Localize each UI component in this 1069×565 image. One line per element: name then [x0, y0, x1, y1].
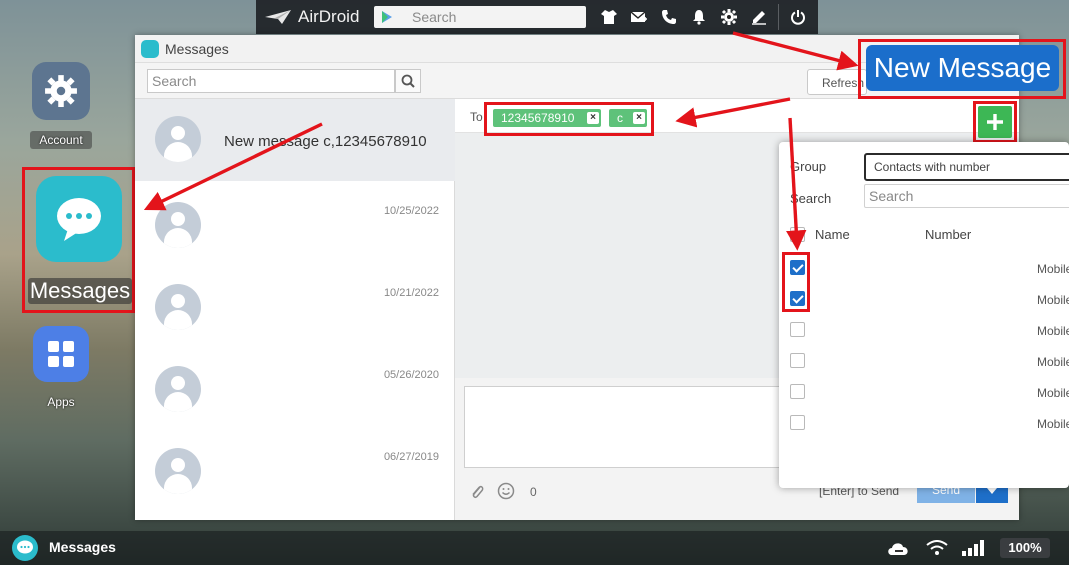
conversation-name: New message c,12345678910 — [224, 133, 427, 150]
select-all-checkbox[interactable] — [790, 227, 805, 242]
toolbar-icons — [594, 7, 774, 27]
contact-number-type: Mobile — [1037, 324, 1069, 338]
tshirt-icon[interactable] — [594, 7, 624, 27]
phone-icon[interactable] — [654, 7, 684, 27]
conversation-item[interactable]: 10/21/2022 — [135, 266, 455, 348]
top-search-placeholder: Search — [412, 9, 457, 25]
contact-number-type: Mobile — [1037, 355, 1069, 369]
new-message-button[interactable]: New Message — [866, 45, 1059, 91]
airdroid-logo[interactable]: AirDroid — [264, 7, 359, 27]
search-icon — [401, 74, 415, 88]
brand-name: AirDroid — [298, 7, 360, 26]
account-app-icon[interactable] — [32, 62, 90, 120]
to-label: To — [470, 110, 483, 124]
conversation-item[interactable]: New message c,12345678910 — [135, 99, 455, 181]
contact-avatar-icon — [155, 284, 201, 330]
chevron-down-icon — [987, 488, 997, 494]
conversation-item[interactable]: 05/26/2020 — [135, 348, 455, 430]
conversation-date: 06/27/2019 — [383, 451, 439, 463]
conversation-item[interactable]: 10/25/2022 — [135, 184, 455, 266]
bell-icon[interactable] — [684, 7, 714, 27]
conversation-list: New message c,12345678910 10/25/2022 10/… — [135, 99, 455, 520]
status-area: 100% — [886, 537, 1050, 559]
window-title: Messages — [165, 41, 229, 57]
conversation-date: 10/21/2022 — [383, 287, 439, 299]
grid-icon — [48, 341, 74, 367]
apps-app-label: Apps — [47, 395, 75, 409]
contact-number-type: Mobile — [1037, 293, 1069, 307]
gear-icon[interactable] — [714, 7, 744, 27]
mail-icon[interactable] — [624, 7, 654, 27]
gear-icon — [45, 75, 77, 107]
contact-search-input[interactable]: Search — [864, 184, 1069, 208]
messages-app-label: Messages — [28, 278, 132, 304]
taskbar-app-label: Messages — [49, 539, 116, 555]
group-select[interactable]: Contacts with number — [864, 153, 1069, 181]
contacts-picker-panel: Group Contacts with number Search Search… — [779, 142, 1069, 488]
chat-bubble-icon — [57, 198, 101, 241]
emoji-icon[interactable] — [497, 482, 515, 500]
contact-checkbox[interactable] — [790, 384, 805, 399]
play-store-icon — [374, 6, 400, 28]
group-label: Group — [790, 159, 827, 174]
cloud-link-icon[interactable] — [886, 539, 912, 557]
airdroid-toolbar: AirDroid Search — [256, 0, 818, 34]
signal-icon — [962, 540, 984, 556]
contact-number-type: Mobile — [1037, 386, 1069, 400]
messages-window-icon — [141, 40, 159, 58]
message-search-placeholder: Search — [152, 73, 197, 89]
toolbar-separator — [778, 4, 779, 30]
plus-icon — [987, 114, 1003, 130]
contact-checkbox[interactable] — [790, 353, 805, 368]
paper-plane-icon — [265, 10, 291, 24]
contact-number-type: Mobile — [1037, 417, 1069, 431]
name-column-header: Name — [815, 227, 850, 242]
contact-avatar-icon — [155, 448, 201, 494]
contact-number-type: Mobile — [1037, 262, 1069, 276]
conversation-date: 05/26/2020 — [383, 369, 439, 381]
account-app-label: Account — [30, 131, 92, 149]
contact-avatar-icon — [155, 202, 201, 248]
pen-icon[interactable] — [744, 7, 774, 27]
contact-checkbox[interactable] — [790, 415, 805, 430]
messages-app-icon[interactable] — [36, 176, 122, 262]
conversation-date: 10/25/2022 — [383, 205, 439, 217]
char-count: 0 — [530, 485, 537, 499]
messages-taskbar-icon[interactable] — [12, 535, 38, 561]
battery-indicator: 100% — [1000, 538, 1050, 558]
number-column-header: Number — [925, 227, 972, 242]
search-button[interactable] — [395, 69, 421, 93]
contact-search-label: Search — [790, 191, 832, 206]
message-search-input[interactable]: Search — [147, 69, 395, 93]
contact-avatar-icon — [155, 116, 201, 162]
highlight-checked-contacts — [782, 252, 810, 312]
top-search-field[interactable]: Search — [374, 6, 586, 28]
paperclip-icon[interactable] — [469, 483, 485, 501]
apps-app-icon[interactable] — [33, 326, 89, 382]
highlight-recipients — [484, 102, 654, 136]
taskbar: Messages 100% — [0, 531, 1069, 565]
add-contact-button[interactable] — [978, 106, 1012, 138]
contact-avatar-icon — [155, 366, 201, 412]
conversation-item[interactable]: 06/27/2019 — [135, 430, 455, 512]
wifi-icon[interactable] — [926, 540, 948, 556]
contact-checkbox[interactable] — [790, 322, 805, 337]
power-icon[interactable] — [786, 7, 810, 27]
